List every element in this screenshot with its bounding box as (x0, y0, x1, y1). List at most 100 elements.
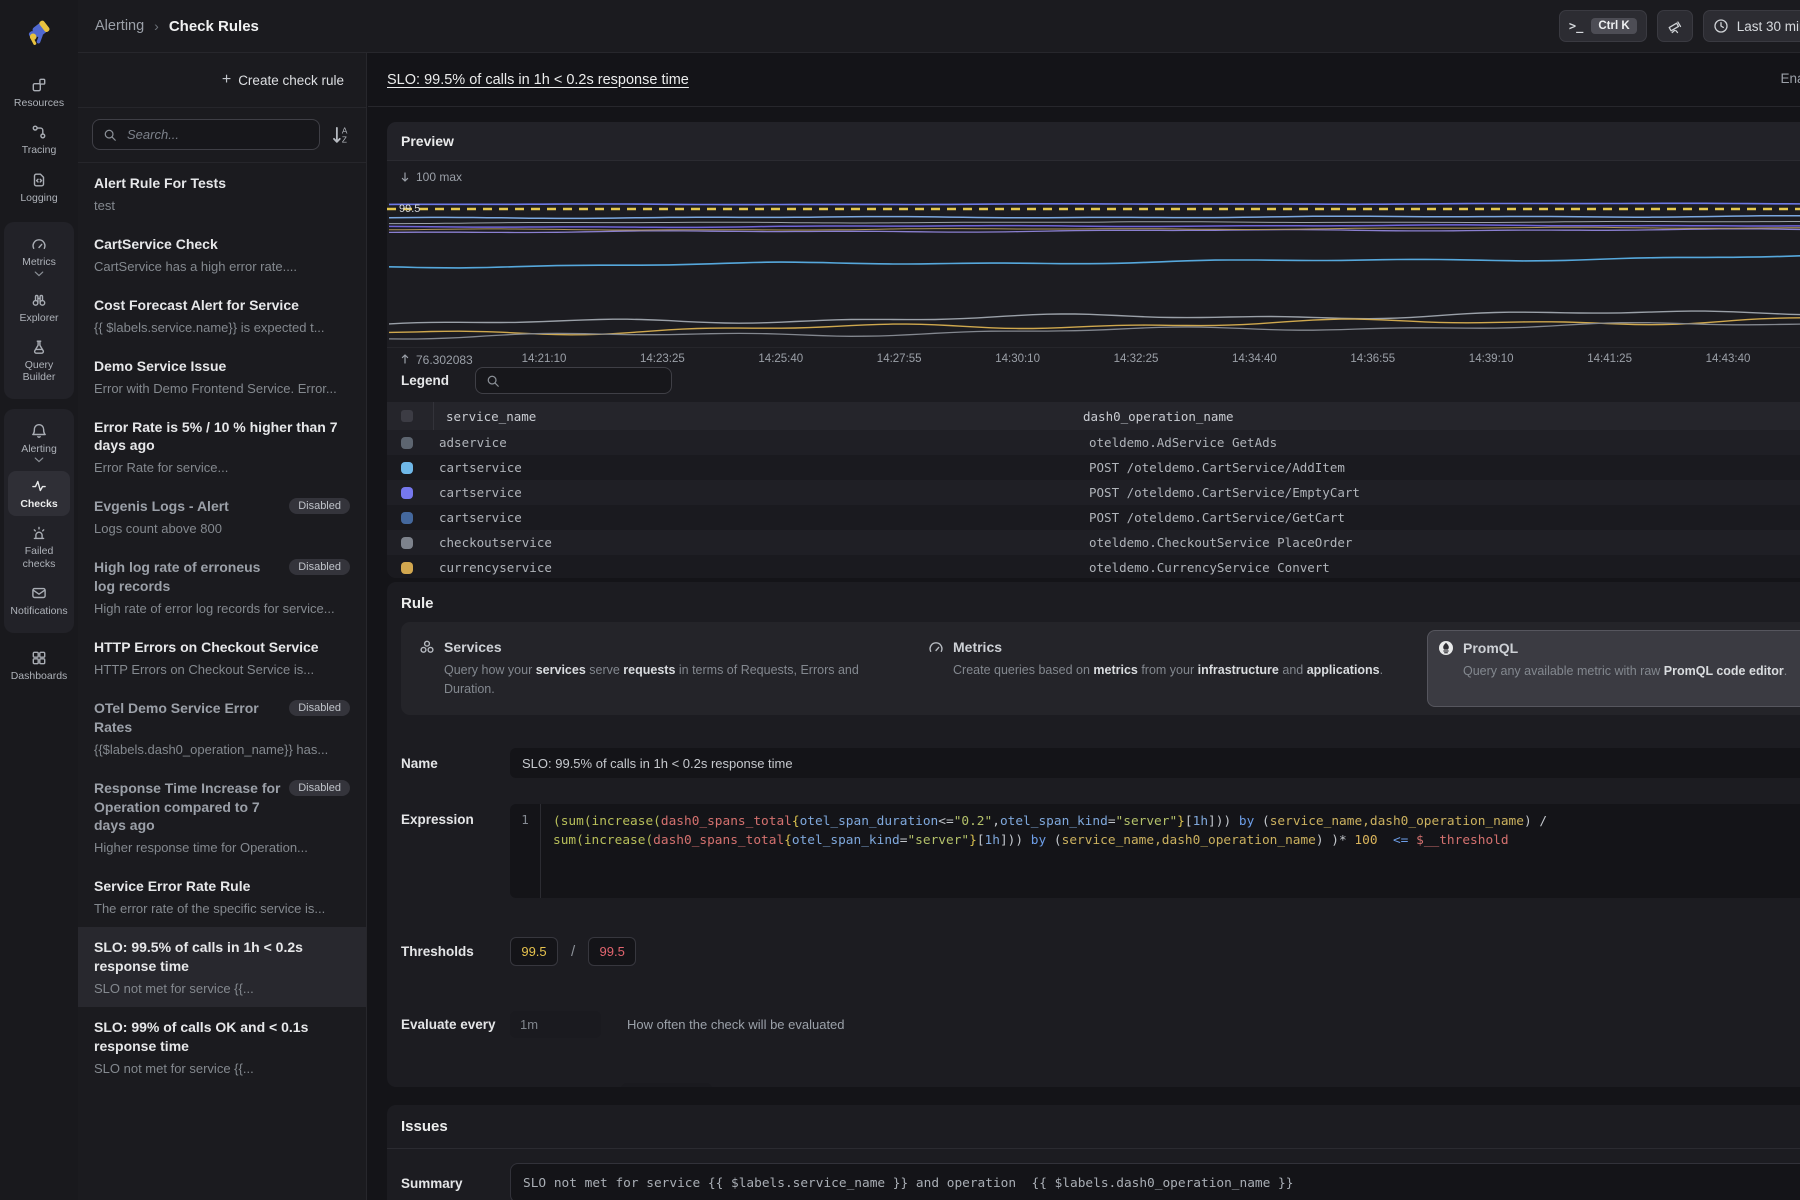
expression-row: Expression 1 (sum(increase(dash0_spans_t… (401, 804, 1800, 898)
nav-label: Query Builder (8, 359, 70, 384)
create-check-rule-button[interactable]: + Create check rule (214, 66, 352, 94)
x-tick: 14:21:10 (508, 353, 580, 365)
name-row: Name (401, 748, 1800, 778)
nav-metrics[interactable]: Metrics (8, 229, 70, 282)
x-tick: 14:25:40 (745, 353, 817, 365)
x-tick: 14:41:25 (1574, 353, 1646, 365)
legend-service-name: cartservice (439, 485, 1089, 500)
x-tick: 14:43:40 (1692, 353, 1764, 365)
check-rule-item[interactable]: HTTP Errors on Checkout ServiceHTTP Erro… (78, 627, 366, 688)
nav-notifications[interactable]: Notifications (8, 578, 70, 623)
line-number: 1 (510, 804, 541, 898)
legend-row-item[interactable]: cartservicePOST /oteldemo.CartService/Ad… (387, 455, 1800, 480)
query-type-services[interactable]: ServicesQuery how your services serve re… (409, 630, 905, 707)
enabled-toggle-label: Enabled (1780, 71, 1800, 86)
sort-az-button[interactable]: A Z (330, 124, 352, 146)
rail-group: ResourcesTracing Logging (4, 70, 74, 212)
svg-text:Z: Z (342, 135, 347, 144)
rule-title: CartService Check (94, 235, 350, 254)
legend-operation-name: POST /oteldemo.CartService/EmptyCart (1089, 485, 1360, 500)
check-rule-item[interactable]: OTel Demo Service Error RatesDisabled{{$… (78, 688, 366, 768)
dash0-logo-icon[interactable] (21, 14, 57, 50)
nav-tracing[interactable]: Tracing (8, 117, 70, 162)
legend-row-item[interactable]: cartservicePOST /oteldemo.CartService/Ge… (387, 505, 1800, 530)
legend-row-item[interactable]: cartservicePOST /oteldemo.CartService/Em… (387, 480, 1800, 505)
preview-chart[interactable]: 100 max 99.5 76.302083 14:21:1014:23:251… (387, 161, 1800, 361)
degraded-threshold-input[interactable]: 99.5 (510, 937, 558, 966)
check-rule-item[interactable]: Alert Rule For Teststest (78, 163, 366, 224)
thresholds-label: Thresholds (401, 944, 510, 959)
query-type-metrics[interactable]: MetricsCreate queries based on metrics f… (918, 630, 1414, 707)
check-rule-item[interactable]: Demo Service IssueError with Demo Fronte… (78, 346, 366, 407)
nav-checks[interactable]: Checks (8, 471, 70, 516)
promql-code-editor[interactable]: 1 (sum(increase(dash0_spans_total{otel_s… (510, 804, 1800, 898)
legend-operation-name: POST /oteldemo.CartService/AddItem (1089, 460, 1345, 475)
nav-failed-checks[interactable]: Failed checks (8, 518, 70, 576)
check-rule-item[interactable]: SLO: 99% of calls OK and < 0.1s response… (78, 1007, 366, 1087)
check-rule-item[interactable]: High log rate of erroneus log recordsDis… (78, 547, 366, 627)
disabled-badge: Disabled (289, 780, 350, 796)
chevron-down-icon (34, 457, 44, 463)
telescope-icon (1667, 18, 1683, 34)
rule-title: Alert Rule For Tests (94, 174, 350, 193)
evaluate-every-input[interactable] (510, 1011, 601, 1038)
series-color-swatch (401, 512, 413, 524)
breadcrumb-page: Check Rules (169, 18, 259, 35)
rail-group: Dashboards (4, 643, 74, 690)
check-rule-item[interactable]: SLO: 99.5% of calls in 1h < 0.2s respons… (78, 927, 366, 1007)
legend-row-item[interactable]: checkoutserviceoteldemo.CheckoutService … (387, 530, 1800, 555)
rule-name-input[interactable] (510, 748, 1800, 778)
terminal-prompt-icon: >_ (1569, 19, 1583, 33)
check-rule-item[interactable]: Cost Forecast Alert for Service{{ $label… (78, 285, 366, 346)
check-rule-item[interactable]: Evgenis Logs - AlertDisabledLogs count a… (78, 486, 366, 547)
nav-resources[interactable]: Resources (8, 70, 70, 115)
nav-label: Logging (20, 192, 57, 204)
rail-group: MetricsExplorer Query Builder (4, 222, 74, 399)
x-tick: 14:36:55 (1337, 353, 1409, 365)
summary-row: Summary (401, 1163, 1800, 1200)
summary-input[interactable] (510, 1163, 1800, 1200)
check-rule-item[interactable]: Service Error Rate RuleThe error rate of… (78, 866, 366, 927)
sidebar-search-box[interactable] (92, 119, 320, 150)
page-content: Preview 100 max 99.5 76.302083 14:21:101… (368, 107, 1800, 1200)
preview-panel: Preview 100 max 99.5 76.302083 14:21:101… (387, 122, 1800, 578)
check-rule-item[interactable]: CartService CheckCartService has a high … (78, 224, 366, 285)
query-type-promql[interactable]: PromQLQuery any available metric with ra… (1427, 630, 1800, 707)
time-range-button[interactable]: Last 30 minutes (1703, 10, 1800, 42)
card-title: Services (444, 639, 502, 655)
nav-query-builder[interactable]: Query Builder (8, 332, 70, 390)
create-rule-row: + Create check rule (78, 53, 366, 108)
chevron-down-icon (34, 271, 44, 277)
page-title-link[interactable]: SLO: 99.5% of calls in 1h < 0.2s respons… (387, 72, 689, 88)
legend-row-item[interactable]: adserviceoteldemo.AdService GetAds (387, 430, 1800, 455)
breadcrumb-section[interactable]: Alerting (95, 18, 144, 34)
check-rule-item[interactable]: Error Rate is 5% / 10 % higher than 7 da… (78, 407, 366, 487)
legend-row-item[interactable]: currencyserviceoteldemo.CurrencyService … (387, 555, 1800, 578)
check-rule-item[interactable]: Response Time Increase for Operation com… (78, 768, 366, 867)
query-type-options: ServicesQuery how your services serve re… (401, 622, 1800, 715)
alerting-icon (31, 423, 47, 439)
search-icon (103, 128, 117, 142)
legend-service-name: currencyservice (439, 560, 1089, 575)
page-header: SLO: 99.5% of calls in 1h < 0.2s respons… (368, 53, 1800, 107)
grace-duration-input[interactable] (621, 1083, 712, 1087)
nav-alerting[interactable]: Alerting (8, 416, 70, 469)
telescope-button[interactable] (1657, 10, 1693, 42)
select-all-checkbox[interactable] (401, 410, 413, 422)
services-icon (419, 639, 435, 655)
nav-explorer[interactable]: Explorer (8, 285, 70, 330)
grace-periods-label: Grace periods (401, 1083, 510, 1087)
legend-service-name: adservice (439, 435, 1089, 450)
failed-threshold-input[interactable]: 99.5 (588, 937, 636, 966)
rail-nav: ResourcesTracing Logging MetricsExplorer Qu… (4, 70, 74, 700)
rule-title: Demo Service Issue (94, 357, 350, 376)
rule-panel: Rule ServicesQuery how your services ser… (387, 582, 1800, 1087)
evaluate-help: How often the check will be evaluated (627, 1017, 845, 1032)
sidebar-search-input[interactable] (125, 126, 309, 143)
time-range-label: Last 30 minutes (1737, 19, 1800, 34)
check-rules-sidebar: + Create check rule A Z Alert Rule For T… (78, 53, 367, 1200)
command-palette-button[interactable]: >_ Ctrl K (1559, 10, 1647, 42)
nav-logging[interactable]: Logging (8, 165, 70, 210)
nav-dashboards[interactable]: Dashboards (8, 643, 70, 688)
legend-search-input[interactable] (508, 372, 661, 389)
